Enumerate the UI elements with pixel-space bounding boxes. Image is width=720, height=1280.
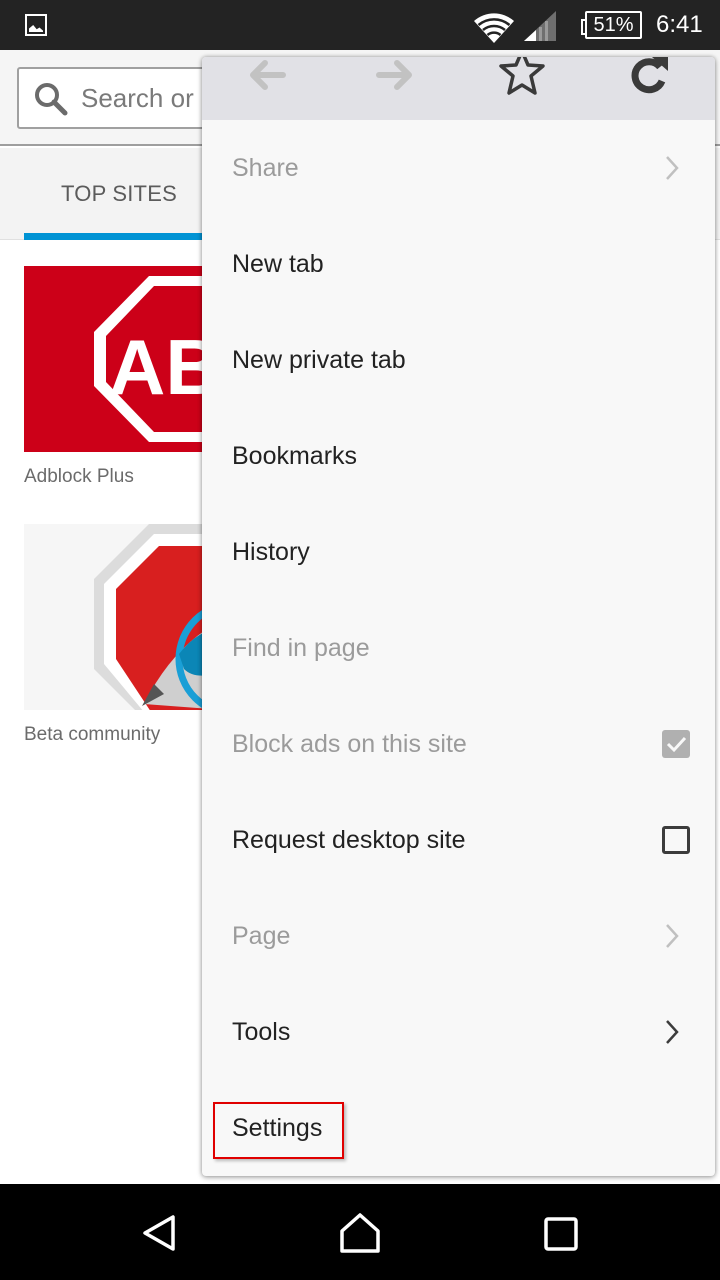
menu-item-history[interactable]: History bbox=[202, 504, 715, 600]
back-arrow-icon bbox=[250, 60, 286, 90]
menu-item-tools[interactable]: Tools bbox=[202, 984, 715, 1080]
menu-item-label: Page bbox=[232, 922, 291, 950]
menu-item-request-desktop-site[interactable]: Request desktop site bbox=[202, 792, 715, 888]
menu-item-label: New tab bbox=[232, 250, 324, 278]
bookmark-star-icon bbox=[499, 57, 545, 95]
menu-item-find-in-page[interactable]: Find in page bbox=[202, 600, 715, 696]
recents-square-icon bbox=[544, 1217, 578, 1251]
menu-nav-row bbox=[202, 57, 715, 120]
menu-item-new-tab[interactable]: New tab bbox=[202, 216, 715, 312]
bookmark-button[interactable] bbox=[492, 57, 552, 97]
menu-item-page[interactable]: Page bbox=[202, 888, 715, 984]
menu-item-label: Find in page bbox=[232, 634, 370, 662]
back-triangle-icon bbox=[143, 1215, 175, 1251]
clock: 6:41 bbox=[656, 11, 703, 38]
site-title: Adblock Plus bbox=[24, 466, 134, 487]
menu-item-bookmarks[interactable]: Bookmarks bbox=[202, 408, 715, 504]
chevron-right-icon bbox=[666, 1020, 679, 1044]
status-bar: 51% 6:41 bbox=[0, 0, 720, 50]
block-ads-checkbox[interactable] bbox=[662, 730, 690, 758]
search-icon bbox=[35, 83, 68, 116]
cell-signal-icon bbox=[524, 11, 556, 41]
site-thumbnail: AB bbox=[24, 266, 214, 452]
menu-item-label: Bookmarks bbox=[232, 442, 358, 470]
system-home-button[interactable] bbox=[337, 1210, 383, 1256]
top-site-tile[interactable]: AB Adblock Plus bbox=[24, 266, 214, 488]
menu-item-block-ads[interactable]: Block ads on this site bbox=[202, 696, 715, 792]
tab-top-sites[interactable]: TOP SITES bbox=[24, 148, 214, 240]
top-site-tile[interactable]: Beta community bbox=[24, 524, 214, 746]
request-desktop-checkbox[interactable] bbox=[662, 826, 690, 854]
reload-icon bbox=[631, 57, 668, 94]
menu-item-label: New private tab bbox=[232, 346, 406, 374]
beta-community-logo-icon bbox=[94, 524, 214, 710]
adblock-plus-logo-icon: AB bbox=[94, 276, 214, 442]
forward-arrow-icon bbox=[376, 60, 412, 90]
battery-indicator: 51% bbox=[581, 11, 642, 39]
menu-item-label: History bbox=[232, 538, 310, 566]
logo-text: AB bbox=[109, 323, 214, 411]
system-back-button[interactable] bbox=[138, 1210, 184, 1256]
menu-item-label: Request desktop site bbox=[232, 826, 466, 854]
chevron-right-icon bbox=[666, 924, 679, 948]
site-title: Beta community bbox=[24, 724, 161, 745]
screen: 51% 6:41 TOP SITES AB Adblock Plus bbox=[0, 0, 720, 1280]
chevron-right-icon bbox=[666, 156, 679, 180]
back-button[interactable] bbox=[237, 57, 297, 97]
menu-item-share[interactable]: Share bbox=[202, 120, 715, 216]
menu-item-label: Tools bbox=[232, 1018, 291, 1046]
settings-highlight-box bbox=[213, 1102, 344, 1159]
menu-item-new-private-tab[interactable]: New private tab bbox=[202, 312, 715, 408]
wifi-icon bbox=[474, 13, 514, 43]
system-nav-bar bbox=[0, 1184, 720, 1280]
menu-item-label: Block ads on this site bbox=[232, 730, 467, 758]
reload-button[interactable] bbox=[620, 57, 680, 97]
home-icon bbox=[340, 1213, 380, 1253]
overflow-menu: Share New tab New private tab Bookmarks … bbox=[202, 57, 715, 1176]
checkmark-icon bbox=[666, 736, 687, 753]
system-recents-button[interactable] bbox=[537, 1210, 583, 1256]
menu-item-label: Share bbox=[232, 154, 299, 182]
site-thumbnail bbox=[24, 524, 214, 710]
forward-button[interactable] bbox=[365, 57, 425, 97]
gallery-icon bbox=[25, 14, 47, 36]
